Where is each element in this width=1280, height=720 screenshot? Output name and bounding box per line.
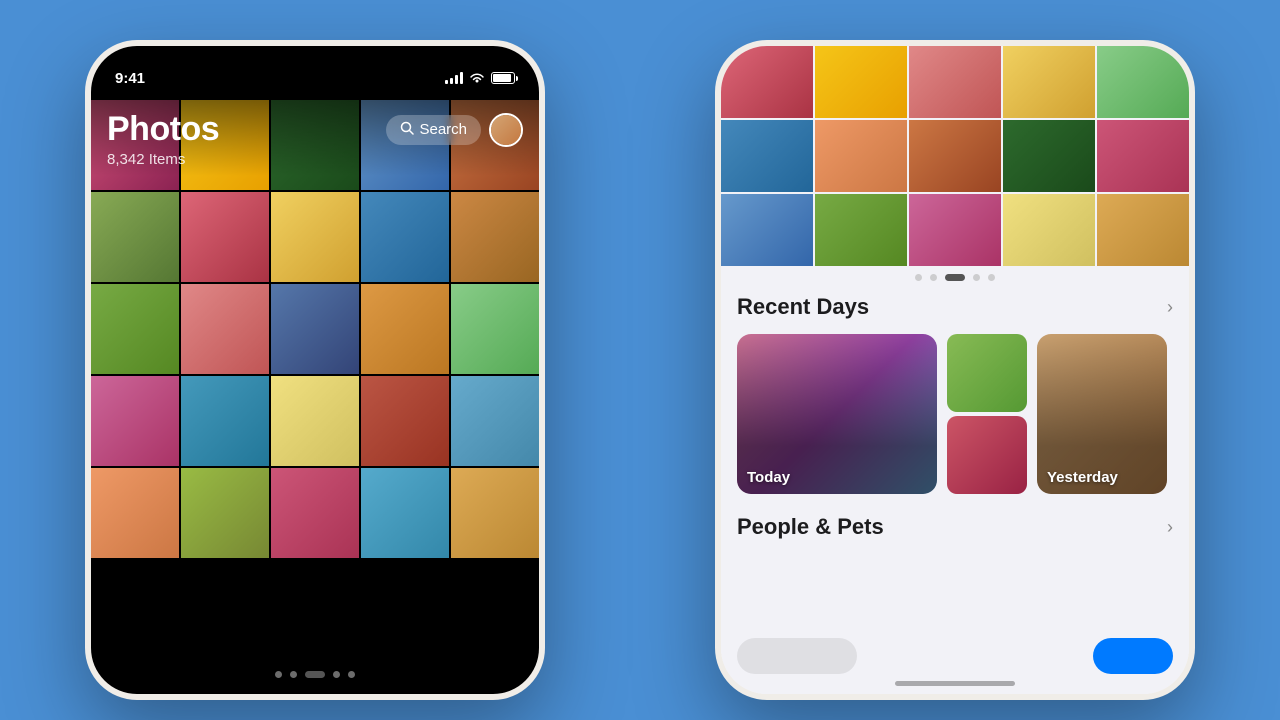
right-photo-cell[interactable]: [909, 194, 1001, 266]
today-small-cards: [947, 334, 1027, 494]
wifi-icon: [469, 72, 485, 84]
search-icon: [400, 121, 414, 139]
photo-cell[interactable]: [451, 468, 539, 558]
photo-cell[interactable]: [91, 468, 179, 558]
signal-icon: [445, 72, 463, 84]
page-dot-active[interactable]: [945, 274, 965, 281]
photo-cell[interactable]: [271, 192, 359, 282]
today-label: Today: [747, 469, 790, 486]
right-photo-cell[interactable]: [721, 46, 813, 118]
scene: 9:41: [0, 0, 1280, 720]
right-photo-cell[interactable]: [1097, 194, 1189, 266]
recent-days-title: Recent Days: [737, 294, 869, 320]
bottom-bar-right[interactable]: [1093, 638, 1173, 674]
status-icons: [445, 72, 515, 84]
page-dot[interactable]: [988, 274, 995, 281]
photo-cell[interactable]: [451, 376, 539, 466]
right-photo-cell[interactable]: [721, 120, 813, 192]
photos-title: Photos: [107, 110, 219, 149]
photo-cell[interactable]: [91, 192, 179, 282]
bottom-page-dots: [91, 671, 539, 678]
recent-days-row: Today Ye: [737, 334, 1173, 494]
yesterday-label: Yesterday: [1047, 469, 1118, 486]
page-dot[interactable]: [348, 671, 355, 678]
page-dot[interactable]: [333, 671, 340, 678]
right-photo-cell[interactable]: [815, 46, 907, 118]
page-dot[interactable]: [915, 274, 922, 281]
photo-cell[interactable]: [181, 468, 269, 558]
bottom-bar: [737, 634, 1173, 678]
page-dot[interactable]: [930, 274, 937, 281]
photo-cell[interactable]: [181, 284, 269, 374]
search-label: Search: [419, 121, 467, 138]
avatar-image: [491, 115, 521, 145]
bottom-bar-left: [737, 638, 857, 674]
photo-cell[interactable]: [91, 284, 179, 374]
photo-cell[interactable]: [361, 192, 449, 282]
right-phone-content: Recent Days › Today: [721, 46, 1189, 694]
phone-left: 9:41: [85, 40, 545, 700]
people-pets-header: People & Pets ›: [737, 514, 1173, 540]
yesterday-card[interactable]: Yesterday: [1037, 334, 1167, 494]
home-indicator-right: [895, 681, 1015, 686]
photo-cell[interactable]: [271, 376, 359, 466]
photo-grid-left: [91, 100, 539, 634]
right-photo-cell[interactable]: [1097, 120, 1189, 192]
header-right: Search: [386, 113, 523, 147]
status-time: 9:41: [115, 70, 145, 87]
people-pets-title: People & Pets: [737, 514, 884, 540]
photo-cell[interactable]: [361, 284, 449, 374]
dynamic-island: [260, 60, 370, 90]
right-top-grid: [721, 46, 1189, 266]
page-dot[interactable]: [275, 671, 282, 678]
photo-cell[interactable]: [181, 192, 269, 282]
page-dot-active[interactable]: [305, 671, 325, 678]
right-photo-cell[interactable]: [721, 194, 813, 266]
photo-cell[interactable]: [271, 468, 359, 558]
right-photo-cell[interactable]: [1097, 46, 1189, 118]
photo-cell[interactable]: [451, 284, 539, 374]
photo-cell[interactable]: [451, 192, 539, 282]
avatar[interactable]: [489, 113, 523, 147]
header-row: Photos Search: [107, 110, 523, 149]
photo-cell[interactable]: [361, 468, 449, 558]
people-pets-section: People & Pets ›: [737, 514, 1173, 540]
phone-right: Recent Days › Today: [715, 40, 1195, 700]
right-photo-cell[interactable]: [815, 120, 907, 192]
photo-cell[interactable]: [361, 376, 449, 466]
right-photo-cell[interactable]: [815, 194, 907, 266]
right-photo-cell[interactable]: [909, 46, 1001, 118]
people-pets-arrow[interactable]: ›: [1167, 517, 1173, 538]
today-small-card-1[interactable]: [947, 334, 1027, 412]
right-photo-cell[interactable]: [1003, 194, 1095, 266]
photo-cell[interactable]: [271, 284, 359, 374]
today-small-card-2[interactable]: [947, 416, 1027, 494]
photos-count: 8,342 Items: [107, 151, 523, 168]
photo-cell[interactable]: [181, 376, 269, 466]
page-dot[interactable]: [290, 671, 297, 678]
right-photo-cell[interactable]: [1003, 120, 1095, 192]
recent-days-arrow[interactable]: ›: [1167, 297, 1173, 318]
photo-cell[interactable]: [91, 376, 179, 466]
battery-icon: [491, 72, 515, 84]
right-photo-cell[interactable]: [909, 120, 1001, 192]
page-dot[interactable]: [973, 274, 980, 281]
photos-header: Photos Search: [91, 100, 539, 176]
home-indicator: [255, 681, 375, 686]
right-page-dots: [721, 274, 1189, 281]
search-button[interactable]: Search: [386, 115, 481, 145]
recent-days-header: Recent Days ›: [737, 294, 1173, 320]
today-card[interactable]: Today: [737, 334, 937, 494]
right-photo-cell[interactable]: [1003, 46, 1095, 118]
